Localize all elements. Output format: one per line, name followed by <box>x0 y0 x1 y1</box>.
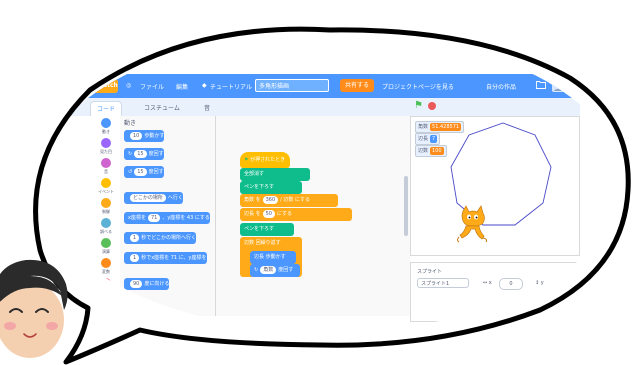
palette-block-turn-left[interactable]: ↺ 15 度回す <box>124 166 164 178</box>
menu-edit[interactable]: 編集 <box>176 82 188 91</box>
category-motion[interactable]: 動き <box>94 118 118 135</box>
stage-header: ⚑ <box>410 98 580 116</box>
stage[interactable]: 角数 51.428571 辺長 7 辺数 100 <box>410 116 580 256</box>
script-block-pen-down-2[interactable]: ペンを下ろす <box>240 223 294 236</box>
project-title-field[interactable]: 多角形描画 <box>255 79 329 92</box>
green-flag-icon: ⚑ <box>244 157 249 163</box>
my-stuff-link[interactable]: 自分の作品 <box>486 82 516 91</box>
script-block-move-length[interactable]: 辺長 歩動かす <box>250 251 296 264</box>
person-illustration <box>0 259 68 358</box>
script-block-clear[interactable]: 全部消す <box>240 168 310 181</box>
palette-block-move[interactable]: 10 歩動かす <box>124 130 165 142</box>
palette-heading: 動き <box>124 120 137 127</box>
palette-block-turn-right[interactable]: ↻ 15 度回す <box>124 148 164 160</box>
palette-block-point-direction[interactable]: 90 度に向ける <box>124 278 170 290</box>
avatar-icon[interactable] <box>552 78 566 94</box>
project-page-link[interactable]: プロジェクトページを見る <box>382 82 454 91</box>
palette-block-glide-to[interactable]: 1 秒でどこかの場所へ行く <box>124 232 197 244</box>
globe-icon[interactable]: ◎ <box>126 82 131 89</box>
category-control[interactable]: 制御 <box>94 198 118 215</box>
script-hat-block[interactable]: ⚑ が押されたとき <box>240 152 290 168</box>
green-flag-icon[interactable]: ⚑ <box>414 101 423 111</box>
screenshot: Scratch ◎ ファイル 編集 ◆ チュートリアル 多角形描画 共有する プ… <box>38 32 622 332</box>
category-my-blocks[interactable]: ブロック定義 <box>94 278 118 295</box>
category-looks[interactable]: 見た目 <box>94 138 118 155</box>
script-block-turn-angle[interactable]: ↻ 角数 度回す <box>250 264 300 277</box>
category-variables[interactable]: 変数 <box>94 258 118 275</box>
scratch-logo[interactable]: Scratch <box>92 79 118 93</box>
script-block-set-angle[interactable]: 角数 を 360/ 辺数 にする <box>240 194 338 207</box>
script-area[interactable]: ⚑ が押されたとき 全部消す ペンを下ろす 角数 を 360/ 辺数 にする 辺長… <box>216 116 410 316</box>
script-block-set-length[interactable]: 辺長 を 50 にする <box>240 208 352 221</box>
category-events[interactable]: イベント <box>94 178 118 195</box>
sprite-name-field[interactable]: スプライト1 <box>417 278 469 288</box>
category-operators[interactable]: 演算 <box>94 238 118 255</box>
category-sensing[interactable]: 調べる <box>94 218 118 235</box>
y-label: ↕ y <box>535 280 544 286</box>
palette-block-glide-to-xy[interactable]: 1 秒でx座標を 71 に、y座標を <box>124 252 207 264</box>
script-block-pen-down[interactable]: ペンを下ろす <box>240 181 302 194</box>
category-sound[interactable]: 音 <box>94 158 118 175</box>
script-scrollbar[interactable] <box>404 176 408 236</box>
sprite-pane: スプライト スプライト1 ↔ x 0 ↕ y 0 <box>410 262 580 322</box>
tab-costumes[interactable]: コスチューム <box>138 101 186 116</box>
heptagon-drawing <box>450 122 552 226</box>
x-field[interactable]: 0 <box>499 278 523 290</box>
menu-bar: Scratch ◎ ファイル 編集 ◆ チュートリアル 多角形描画 共有する プ… <box>60 74 580 98</box>
tab-code[interactable]: コード <box>90 101 123 117</box>
palette-block-go-to[interactable]: どこかの場所 へ行く <box>124 192 183 204</box>
tutorial-icon[interactable]: ◆ <box>202 82 207 89</box>
editor-tabs: コード コスチューム 音 <box>60 98 415 117</box>
menu-tutorial[interactable]: チュートリアル <box>210 82 252 91</box>
palette-block-go-to-xy[interactable]: x座標を 71 、y座標を 43 にする <box>124 212 210 224</box>
share-button[interactable]: 共有する <box>340 79 374 92</box>
cat-sprite <box>457 205 488 243</box>
tab-sounds[interactable]: 音 <box>198 101 216 116</box>
menu-file[interactable]: ファイル <box>140 82 164 91</box>
folder-icon[interactable] <box>536 80 546 91</box>
x-label: ↔ x <box>483 280 492 286</box>
sprite-label: スプライト <box>417 269 443 275</box>
y-field[interactable]: 0 <box>551 278 575 290</box>
block-palette: 動き 10 歩動かす ↻ 15 度回す ↺ 15 度回す どこかの場所 へ行く x座標を 71… <box>120 116 216 316</box>
stop-icon[interactable] <box>428 102 436 110</box>
